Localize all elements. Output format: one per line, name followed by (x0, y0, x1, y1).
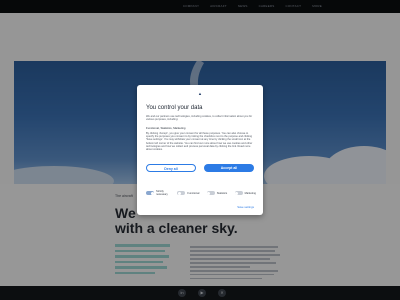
dialog-details: By clicking 'Accept', you give your cons… (146, 132, 253, 152)
toggle-label: Statistics (216, 191, 228, 195)
toggle-switch[interactable] (146, 191, 154, 195)
toggle-functional[interactable]: Functional (177, 190, 199, 196)
toggle-statistics[interactable]: Statistics (206, 190, 228, 196)
save-settings-link[interactable]: Save settings (237, 205, 254, 209)
toggle-switch[interactable] (234, 191, 243, 195)
dialog-intro: We and our partners use technologies, in… (146, 115, 253, 122)
brand-logo-icon: ▲ (198, 91, 202, 96)
accept-all-button[interactable]: Accept all (204, 164, 254, 172)
purposes-label: Functional, Statistics, Marketing (146, 126, 186, 130)
toggle-switch[interactable] (177, 191, 186, 195)
toggle-label: Marketing (244, 191, 256, 195)
toggle-switch[interactable] (206, 191, 215, 195)
toggle-label: Strictly necessary (156, 190, 168, 196)
toggle-marketing[interactable]: Marketing (234, 190, 256, 196)
deny-all-button[interactable]: Deny all (146, 164, 196, 172)
consent-toggles: Strictly necessary Functional Statistics… (146, 190, 256, 196)
toggle-label: Functional (187, 191, 200, 195)
toggle-strictly-necessary[interactable]: Strictly necessary (146, 190, 170, 196)
cookie-consent-dialog: ▲ You control your data We and our partn… (137, 85, 263, 215)
dialog-title: You control your data (146, 105, 203, 111)
